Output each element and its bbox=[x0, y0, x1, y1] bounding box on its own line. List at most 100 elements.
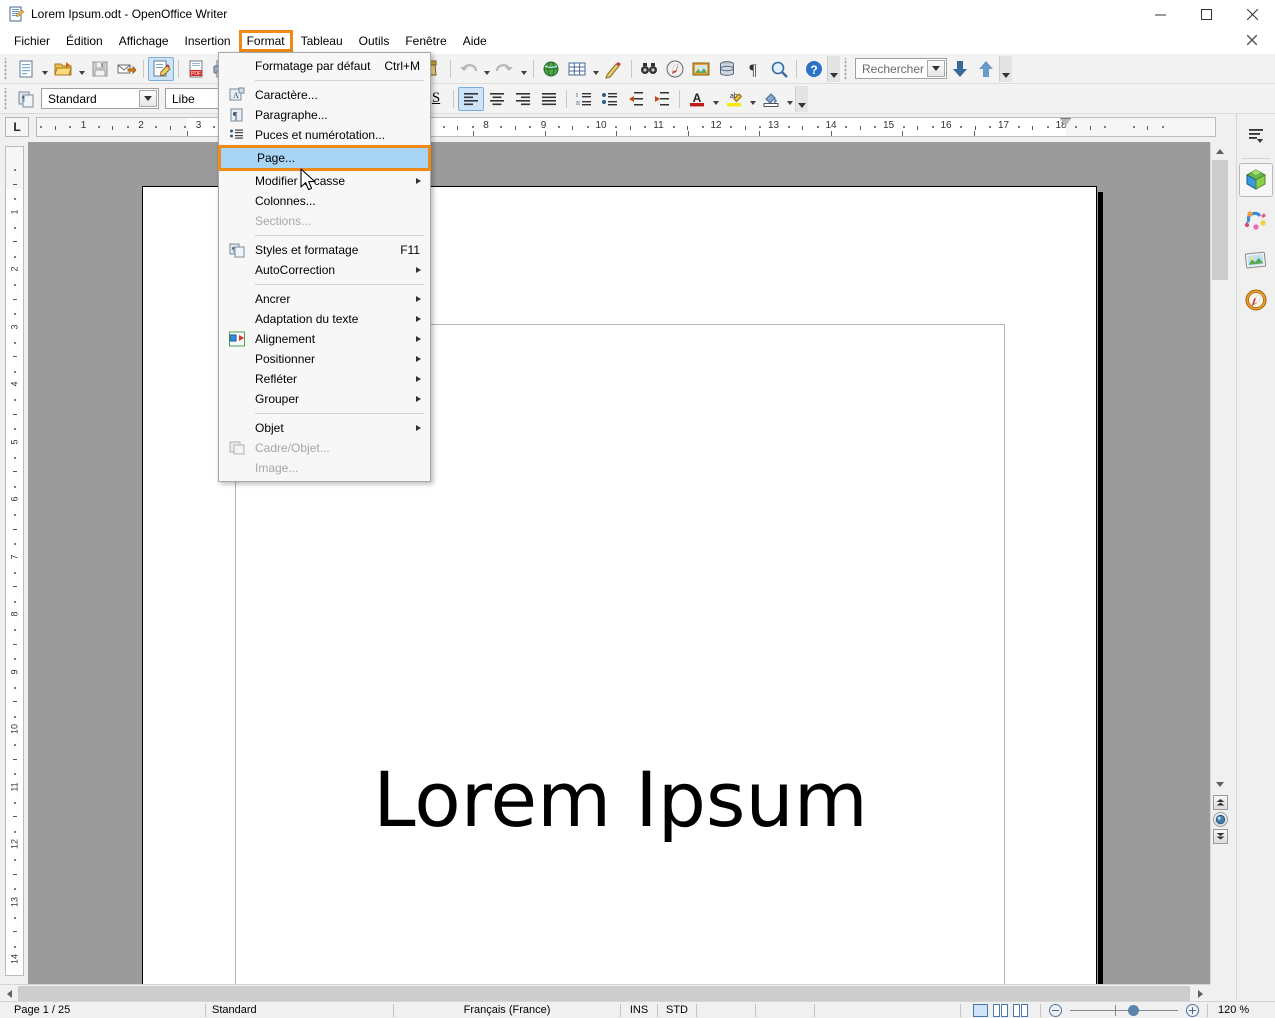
minimize-button[interactable] bbox=[1137, 0, 1183, 28]
sidebar-settings-icon[interactable] bbox=[1239, 118, 1273, 152]
format-menu-item-puces-et-num-rotation[interactable]: Puces et numérotation... bbox=[219, 125, 430, 145]
horizontal-scroll-thumb[interactable] bbox=[18, 986, 1190, 1001]
horizontal-scrollbar[interactable] bbox=[0, 984, 1210, 1001]
status-insert-mode[interactable]: INS bbox=[621, 1002, 657, 1018]
navigator-icon[interactable] bbox=[662, 57, 688, 81]
format-menu-item-objet[interactable]: Objet bbox=[219, 418, 430, 438]
scroll-up-button[interactable] bbox=[1212, 143, 1228, 160]
search-dropdown-button[interactable] bbox=[927, 60, 945, 77]
search-toolbar-grip[interactable] bbox=[842, 57, 850, 80]
data-sources-icon[interactable] bbox=[714, 57, 740, 81]
ruler-tab-stop[interactable] bbox=[973, 131, 975, 136]
gallery-image-icon[interactable] bbox=[1239, 243, 1273, 277]
new-document-icon[interactable] bbox=[13, 57, 39, 81]
undo-icon[interactable] bbox=[455, 57, 481, 81]
export-pdf-icon[interactable]: PDF bbox=[183, 57, 209, 81]
background-color-icon[interactable] bbox=[758, 87, 784, 111]
table-icon[interactable] bbox=[564, 57, 590, 81]
paragraph-style-combo[interactable]: Standard bbox=[41, 88, 159, 109]
zoom-slider[interactable] bbox=[1070, 1003, 1178, 1017]
book-view-button[interactable] bbox=[1013, 1003, 1028, 1017]
ruler-tab-stop[interactable] bbox=[759, 131, 760, 136]
navigation-target-button[interactable] bbox=[1213, 812, 1228, 827]
next-page-button[interactable] bbox=[1213, 829, 1228, 844]
status-section-info[interactable] bbox=[815, 1002, 960, 1018]
ruler-tab-stop[interactable] bbox=[473, 131, 474, 136]
ruler-tab-stop[interactable] bbox=[187, 131, 188, 136]
decrease-indent-icon[interactable] bbox=[623, 87, 649, 111]
highlighting-dropdown[interactable] bbox=[747, 87, 758, 111]
maximize-button[interactable] bbox=[1183, 0, 1229, 28]
gallery-icon[interactable] bbox=[688, 57, 714, 81]
align-left-icon[interactable] bbox=[458, 86, 484, 111]
menu-fichier[interactable]: Fichier bbox=[6, 30, 58, 52]
single-page-view-button[interactable] bbox=[973, 1003, 988, 1017]
menu-insertion[interactable]: Insertion bbox=[177, 30, 239, 52]
undo-dropdown[interactable] bbox=[481, 57, 492, 81]
status-page-style[interactable]: Standard bbox=[206, 1002, 393, 1018]
new-document-dropdown[interactable] bbox=[39, 57, 50, 81]
scroll-down-button[interactable] bbox=[1212, 776, 1228, 793]
ruler-tab-stop[interactable] bbox=[544, 131, 546, 136]
save-icon[interactable] bbox=[87, 57, 113, 81]
format-menu-item-styles-et-formatage[interactable]: ¶ Styles et formatage F11 bbox=[219, 240, 430, 260]
edit-document-icon[interactable] bbox=[148, 56, 174, 81]
menu-outils[interactable]: Outils bbox=[351, 30, 398, 52]
hyperlink-icon[interactable] bbox=[538, 57, 564, 81]
status-signature[interactable] bbox=[756, 1002, 814, 1018]
zoom-out-button[interactable]: − bbox=[1041, 1002, 1070, 1018]
format-menu-item-modifier-la-casse[interactable]: Modifier la casse bbox=[219, 171, 430, 191]
background-color-dropdown[interactable] bbox=[784, 87, 795, 111]
font-color-icon[interactable]: A bbox=[684, 87, 710, 111]
align-center-icon[interactable] bbox=[484, 87, 510, 111]
draw-functions-icon[interactable] bbox=[601, 57, 627, 81]
navigator-compass-icon[interactable] bbox=[1239, 283, 1273, 317]
menu-edition[interactable]: Édition bbox=[58, 30, 111, 52]
formatting-toolbar-grip[interactable] bbox=[2, 87, 10, 110]
formatting-toolbar-overflow[interactable] bbox=[795, 85, 808, 112]
paragraph-style-dropdown-button[interactable] bbox=[139, 90, 157, 107]
zoom-slider-knob[interactable] bbox=[1128, 1005, 1139, 1016]
format-menu-item-page[interactable]: Page... bbox=[218, 145, 431, 171]
zoom-in-button[interactable]: + bbox=[1178, 1002, 1207, 1018]
search-toolbar-overflow[interactable] bbox=[999, 55, 1012, 82]
formatting-marks-icon[interactable]: ¶ bbox=[740, 57, 766, 81]
styles-gallery-icon[interactable] bbox=[1239, 203, 1273, 237]
menu-fenetre[interactable]: Fenêtre bbox=[397, 30, 454, 52]
format-menu-item-grouper[interactable]: Grouper bbox=[219, 389, 430, 409]
menu-tableau[interactable]: Tableau bbox=[293, 30, 351, 52]
previous-page-button[interactable] bbox=[1213, 795, 1228, 810]
format-menu-dropdown[interactable]: Formatage par défaut Ctrl+M A Caractère... ¶… bbox=[218, 52, 431, 482]
vertical-ruler-track[interactable]: 1 2 3 4 5 6 7 8 9 10 11 12 13 14 bbox=[5, 146, 24, 976]
redo-icon[interactable] bbox=[492, 57, 518, 81]
redo-dropdown[interactable] bbox=[518, 57, 529, 81]
help-icon[interactable]: ? bbox=[801, 57, 827, 81]
menu-affichage[interactable]: Affichage bbox=[111, 30, 177, 52]
format-menu-item-caract-re[interactable]: A Caractère... bbox=[219, 85, 430, 105]
ordered-list-icon[interactable]: I II bbox=[571, 87, 597, 111]
open-document-icon[interactable] bbox=[50, 57, 76, 81]
find-replace-icon[interactable] bbox=[636, 57, 662, 81]
menu-format[interactable]: Format bbox=[238, 30, 293, 52]
search-input[interactable]: Rechercher bbox=[855, 58, 947, 79]
arrow-down-icon[interactable] bbox=[947, 57, 973, 81]
document-canvas[interactable]: Lorem Ipsum bbox=[28, 142, 1210, 984]
font-color-dropdown[interactable] bbox=[710, 87, 721, 111]
format-menu-item-refl-ter[interactable]: Refléter bbox=[219, 369, 430, 389]
ruler-tab-stop[interactable] bbox=[902, 131, 903, 136]
format-menu-item-paragraphe[interactable]: ¶ Paragraphe... bbox=[219, 105, 430, 125]
email-icon[interactable] bbox=[113, 57, 139, 81]
increase-indent-icon[interactable] bbox=[649, 87, 675, 111]
zoom-icon[interactable] bbox=[766, 57, 792, 81]
status-zoom-value[interactable]: 120 % bbox=[1208, 1002, 1249, 1018]
format-menu-item-autocorrection[interactable]: AutoCorrection bbox=[219, 260, 430, 280]
toolbar-grip[interactable] bbox=[2, 57, 10, 80]
status-selection-mode[interactable]: STD bbox=[658, 1002, 696, 1018]
align-justified-icon[interactable] bbox=[536, 87, 562, 111]
ruler-track[interactable]: 123456789101112131415161718 bbox=[36, 117, 1216, 137]
format-menu-item-formatage-par-d-faut[interactable]: Formatage par défaut Ctrl+M bbox=[219, 56, 430, 76]
close-button[interactable] bbox=[1229, 0, 1275, 28]
open-document-dropdown[interactable] bbox=[76, 57, 87, 81]
properties-cube-icon[interactable] bbox=[1239, 163, 1273, 197]
vertical-scrollbar[interactable] bbox=[1210, 142, 1228, 984]
